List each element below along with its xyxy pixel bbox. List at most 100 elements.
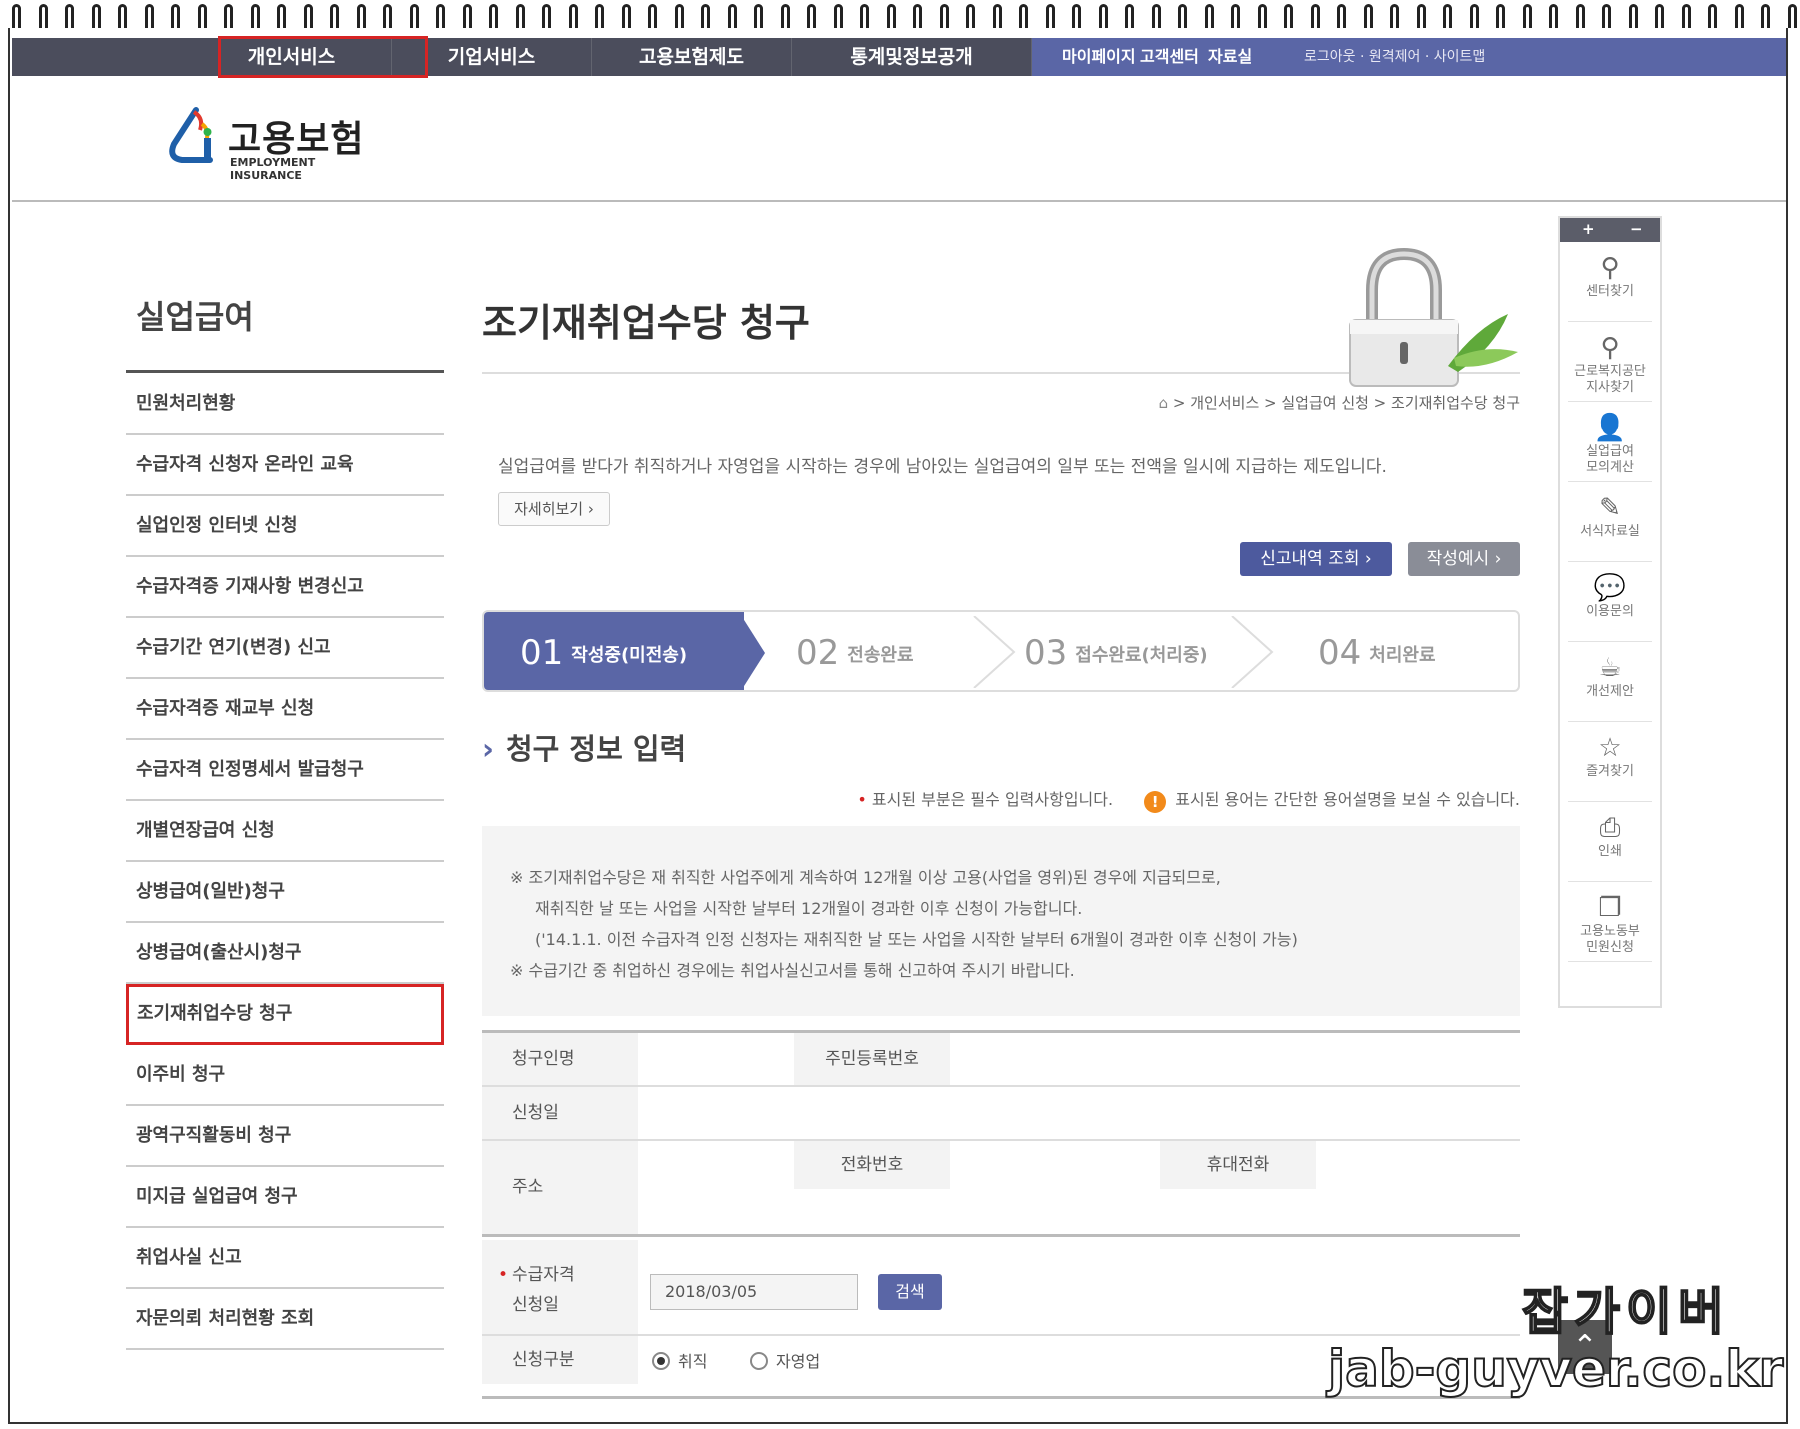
spiral-ring — [1496, 4, 1505, 28]
step-3-label: 접수완료(처리중) — [1075, 645, 1208, 666]
zoom-out-icon[interactable]: − — [1630, 218, 1643, 240]
claimant-name-label: 청구인명 — [482, 1033, 638, 1085]
star-icon: ☆ — [1598, 733, 1622, 763]
breadcrumb-path: > 개인서비스 > 실업급여 신청 > 조기재취업수당 청구 — [1172, 394, 1520, 412]
logo-subtitle: EMPLOYMENT INSURANCE — [230, 156, 316, 182]
home-icon[interactable]: ⌂ — [1159, 394, 1169, 412]
notice-line: 재취직한 날 또는 사업을 시작한 날부터 12개월이 경과한 이후 신청이 가… — [535, 899, 1083, 918]
util-mypage[interactable]: 마이페이지 — [1062, 38, 1136, 76]
nav-insurance-system[interactable]: 고용보험제도 — [592, 38, 792, 76]
quick-menu-item[interactable]: ❐ 고용노동부 민원신청 — [1568, 882, 1652, 962]
quick-menu-label: 인쇄 — [1598, 844, 1622, 859]
sidebar-item[interactable]: 자문의뢰 처리현황 조회 — [126, 1289, 444, 1350]
spiral-ring — [144, 4, 154, 28]
spiral-ring — [436, 4, 445, 28]
example-button[interactable]: 작성예시 › — [1408, 542, 1520, 576]
watermark-name: 잡가이버 — [1521, 1282, 1730, 1342]
details-button[interactable]: 자세히보기 › — [498, 492, 610, 526]
step-separator-icon — [1231, 616, 1274, 688]
padlock-icon — [1349, 248, 1518, 387]
spiral-ring — [1204, 4, 1214, 28]
map-pin-icon: ⚲ — [1600, 253, 1620, 283]
spiral-ring — [648, 4, 657, 28]
quick-menu-item[interactable]: ✎ 서식자료실 — [1568, 482, 1652, 562]
quick-menu-items: ⚲ 센터찾기 ⚲ 근로복지공단 지사찾기 👤 실업급여 모의계산 ✎ 서식자료실 💬 이용문의 ☕ 개… — [1560, 242, 1660, 962]
sidebar-item[interactable]: 미지급 실업급여 청구 — [126, 1167, 444, 1228]
sidebar-item[interactable]: 취업사실 신고 — [126, 1228, 444, 1289]
spiral-ring — [197, 4, 207, 28]
radio-self-employed[interactable]: 자영업 — [750, 1348, 820, 1372]
spiral-ring — [1549, 4, 1558, 28]
spiral-ring — [1337, 4, 1346, 28]
util-archive[interactable]: 자료실 — [1208, 38, 1252, 76]
copy-icon: ❐ — [1598, 893, 1622, 923]
sidebar-item[interactable]: 수급자격 신청자 온라인 교육 — [126, 435, 444, 496]
util-customer-center[interactable]: 고객센터 — [1140, 38, 1199, 76]
quick-menu-label: 즐겨찾기 — [1586, 764, 1634, 779]
spiral-ring — [1734, 4, 1744, 28]
sidebar-item[interactable]: 수급자격 인정명세서 발급청구 — [126, 740, 444, 801]
form-mid-border — [482, 1234, 1520, 1237]
logo[interactable]: 고용보험 EMPLOYMENT INSURANCE — [160, 104, 390, 182]
spiral-ring — [171, 4, 180, 28]
search-button[interactable]: 검색 — [878, 1274, 942, 1310]
quick-menu-item[interactable]: ⚲ 센터찾기 — [1568, 242, 1652, 322]
step-3: 03 접수완료(처리중) — [1024, 612, 1208, 690]
sidebar-item[interactable]: 수급자격증 기재사항 변경신고 — [126, 557, 444, 618]
quick-menu-label: 근로복지공단 지사찾기 — [1574, 364, 1646, 395]
required-note-text: 표시된 부분은 필수 입력사항입니다. — [871, 790, 1114, 809]
sidebar-item[interactable]: 상병급여(일반)청구 — [126, 862, 444, 923]
apply-type-label: 신청구분 — [482, 1336, 638, 1384]
sidebar-item[interactable]: 조기재취업수당 청구 — [126, 984, 444, 1045]
spiral-ring — [277, 4, 286, 28]
spiral-ring — [1416, 4, 1426, 28]
spiral-ring — [383, 4, 392, 28]
spiral-ring — [621, 4, 631, 28]
sidebar-item[interactable]: 상병급여(출산시)청구 — [126, 923, 444, 984]
sidebar-item[interactable]: 실업인정 인터넷 신청 — [126, 496, 444, 557]
quick-menu-item[interactable]: 💬 이용문의 — [1568, 562, 1652, 642]
spiral-ring — [966, 4, 975, 28]
quick-menu-item[interactable]: ⎙ 인쇄 — [1568, 802, 1652, 882]
apply-date-label: 신청일 — [482, 1087, 638, 1139]
spiral-ring — [674, 4, 684, 28]
spiral-ring — [1257, 4, 1267, 28]
step-1-active: 01 작성중(미전송) — [484, 612, 744, 690]
spiral-ring — [886, 4, 896, 28]
sidebar-item[interactable]: 이주비 청구 — [126, 1045, 444, 1106]
spiral-ring — [1151, 4, 1161, 28]
quick-menu-item[interactable]: ⚲ 근로복지공단 지사찾기 — [1568, 322, 1652, 402]
util-links[interactable]: 로그아웃 · 원격제어 · 사이트맵 — [1304, 38, 1485, 76]
sidebar-item[interactable]: 개별연장급여 신청 — [126, 801, 444, 862]
spiral-ring — [489, 4, 498, 28]
spiral-ring — [91, 4, 101, 28]
spiral-ring — [12, 4, 21, 28]
quick-menu-item[interactable]: 👤 실업급여 모의계산 — [1568, 402, 1652, 482]
spiral-ring — [330, 4, 339, 28]
sidebar-item[interactable]: 광역구직활동비 청구 — [126, 1106, 444, 1167]
spiral-ring — [1681, 4, 1691, 28]
spiral-ring — [409, 4, 419, 28]
address-label: 주소 — [482, 1141, 638, 1234]
radio-employed[interactable]: 취직 — [652, 1348, 707, 1372]
step-1-label: 작성중(미전송) — [571, 645, 688, 666]
qual-date-input[interactable]: 2018/03/05 — [650, 1274, 858, 1310]
spiral-ring — [65, 4, 74, 28]
sidebar-divider — [126, 370, 444, 373]
page-title: 조기재취업수당 청구 — [482, 301, 810, 345]
zoom-in-icon[interactable]: + — [1582, 218, 1595, 240]
progress-steps: 01 작성중(미전송) 02 전송완료 03 접수완료(처리중) 04 처리완료 — [482, 610, 1520, 692]
nav-statistics[interactable]: 통계및정보공개 — [792, 38, 1032, 76]
spiral-ring — [1284, 4, 1293, 28]
quick-menu-item[interactable]: ☆ 즐겨찾기 — [1568, 722, 1652, 802]
header-divider — [12, 200, 1786, 202]
logo-icon — [169, 107, 213, 163]
report-history-button[interactable]: 신고내역 조회 › — [1240, 542, 1392, 576]
spiral-ring — [1655, 4, 1664, 28]
mobile-label: 휴대전화 — [1160, 1141, 1316, 1189]
sidebar-item[interactable]: 수급자격증 재교부 신청 — [126, 679, 444, 740]
sidebar-item[interactable]: 수급기간 연기(변경) 신고 — [126, 618, 444, 679]
required-note: • 표시된 부분은 필수 입력사항입니다. ! 표시된 용어는 간단한 용어설명… — [740, 786, 1520, 813]
sidebar-item[interactable]: 민원처리현황 — [126, 374, 444, 435]
quick-menu-item[interactable]: ☕ 개선제안 — [1568, 642, 1652, 722]
